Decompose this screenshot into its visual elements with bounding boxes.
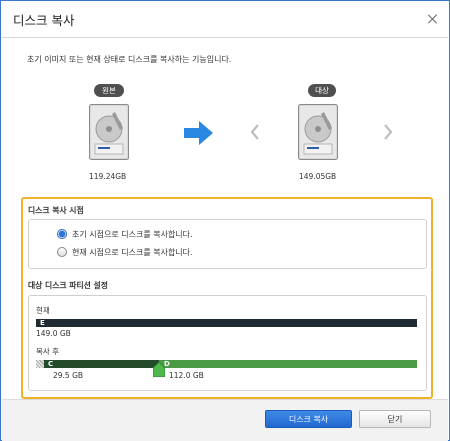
copy-disk-button[interactable]: 디스크 복사 [265, 410, 352, 428]
current-partition-bar: E [36, 319, 417, 327]
target-size: 149.05GB [299, 172, 337, 181]
close-button[interactable]: 닫기 [359, 410, 431, 428]
close-icon[interactable] [428, 14, 438, 24]
source-hard-drive-icon [89, 104, 129, 160]
current-label: 현재 [36, 306, 50, 315]
copy-point-box: 초기 시점으로 디스크를 복사합니다. 현재 시점으로 디스크를 복사합니다. [28, 219, 427, 269]
radio-icon[interactable] [57, 229, 67, 239]
current-partition-size: 149.0 GB [36, 329, 71, 338]
source-size: 119.24GB [89, 172, 127, 181]
arrow-right-icon [184, 121, 213, 145]
chevron-right-icon[interactable] [382, 124, 394, 140]
partition-d-bar: D [159, 360, 417, 368]
slider-handle-icon[interactable] [153, 362, 165, 377]
chevron-left-icon[interactable] [249, 124, 261, 140]
copy-point-title: 디스크 복사 시점 [28, 206, 84, 215]
unallocated-bar [36, 360, 44, 368]
radio-current-label: 현재 시점으로 디스크를 복사합니다. [72, 248, 193, 257]
dialog-footer: 디스크 복사 닫기 [2, 399, 448, 441]
after-label: 복사 후 [36, 347, 60, 356]
partition-c-bar: C [44, 360, 159, 368]
disk-copy-dialog: 디스크 복사 초기 이미지 또는 현재 상태로 디스크를 복사하는 기능입니다.… [0, 0, 450, 441]
current-partition-letter: E [40, 319, 45, 327]
header-divider [2, 37, 448, 38]
partition-c-size: 29.5 GB [53, 371, 84, 380]
radio-initial-label: 초기 시점으로 디스크를 복사합니다. [72, 230, 193, 239]
source-badge: 원본 [94, 84, 124, 97]
partition-c-letter: C [48, 360, 54, 368]
radio-current-point[interactable]: 현재 시점으로 디스크를 복사합니다. [57, 247, 247, 259]
dialog-title: 디스크 복사 [13, 13, 75, 28]
partition-title: 대상 디스크 파티션 설정 [28, 281, 108, 290]
partition-d-size: 112.0 GB [169, 371, 204, 380]
target-hard-drive-icon [298, 104, 338, 160]
copy-options-panel: 디스크 복사 시점 초기 시점으로 디스크를 복사합니다. 현재 시점으로 디스… [21, 197, 433, 399]
radio-icon[interactable] [57, 247, 67, 257]
radio-initial-point[interactable]: 초기 시점으로 디스크를 복사합니다. [57, 229, 247, 241]
dialog-description: 초기 이미지 또는 현재 상태로 디스크를 복사하는 기능입니다. [27, 55, 232, 64]
target-badge: 대상 [308, 84, 336, 97]
partition-box: 현재 E 149.0 GB 복사 후 C D 29.5 GB 112.0 GB [28, 295, 427, 391]
